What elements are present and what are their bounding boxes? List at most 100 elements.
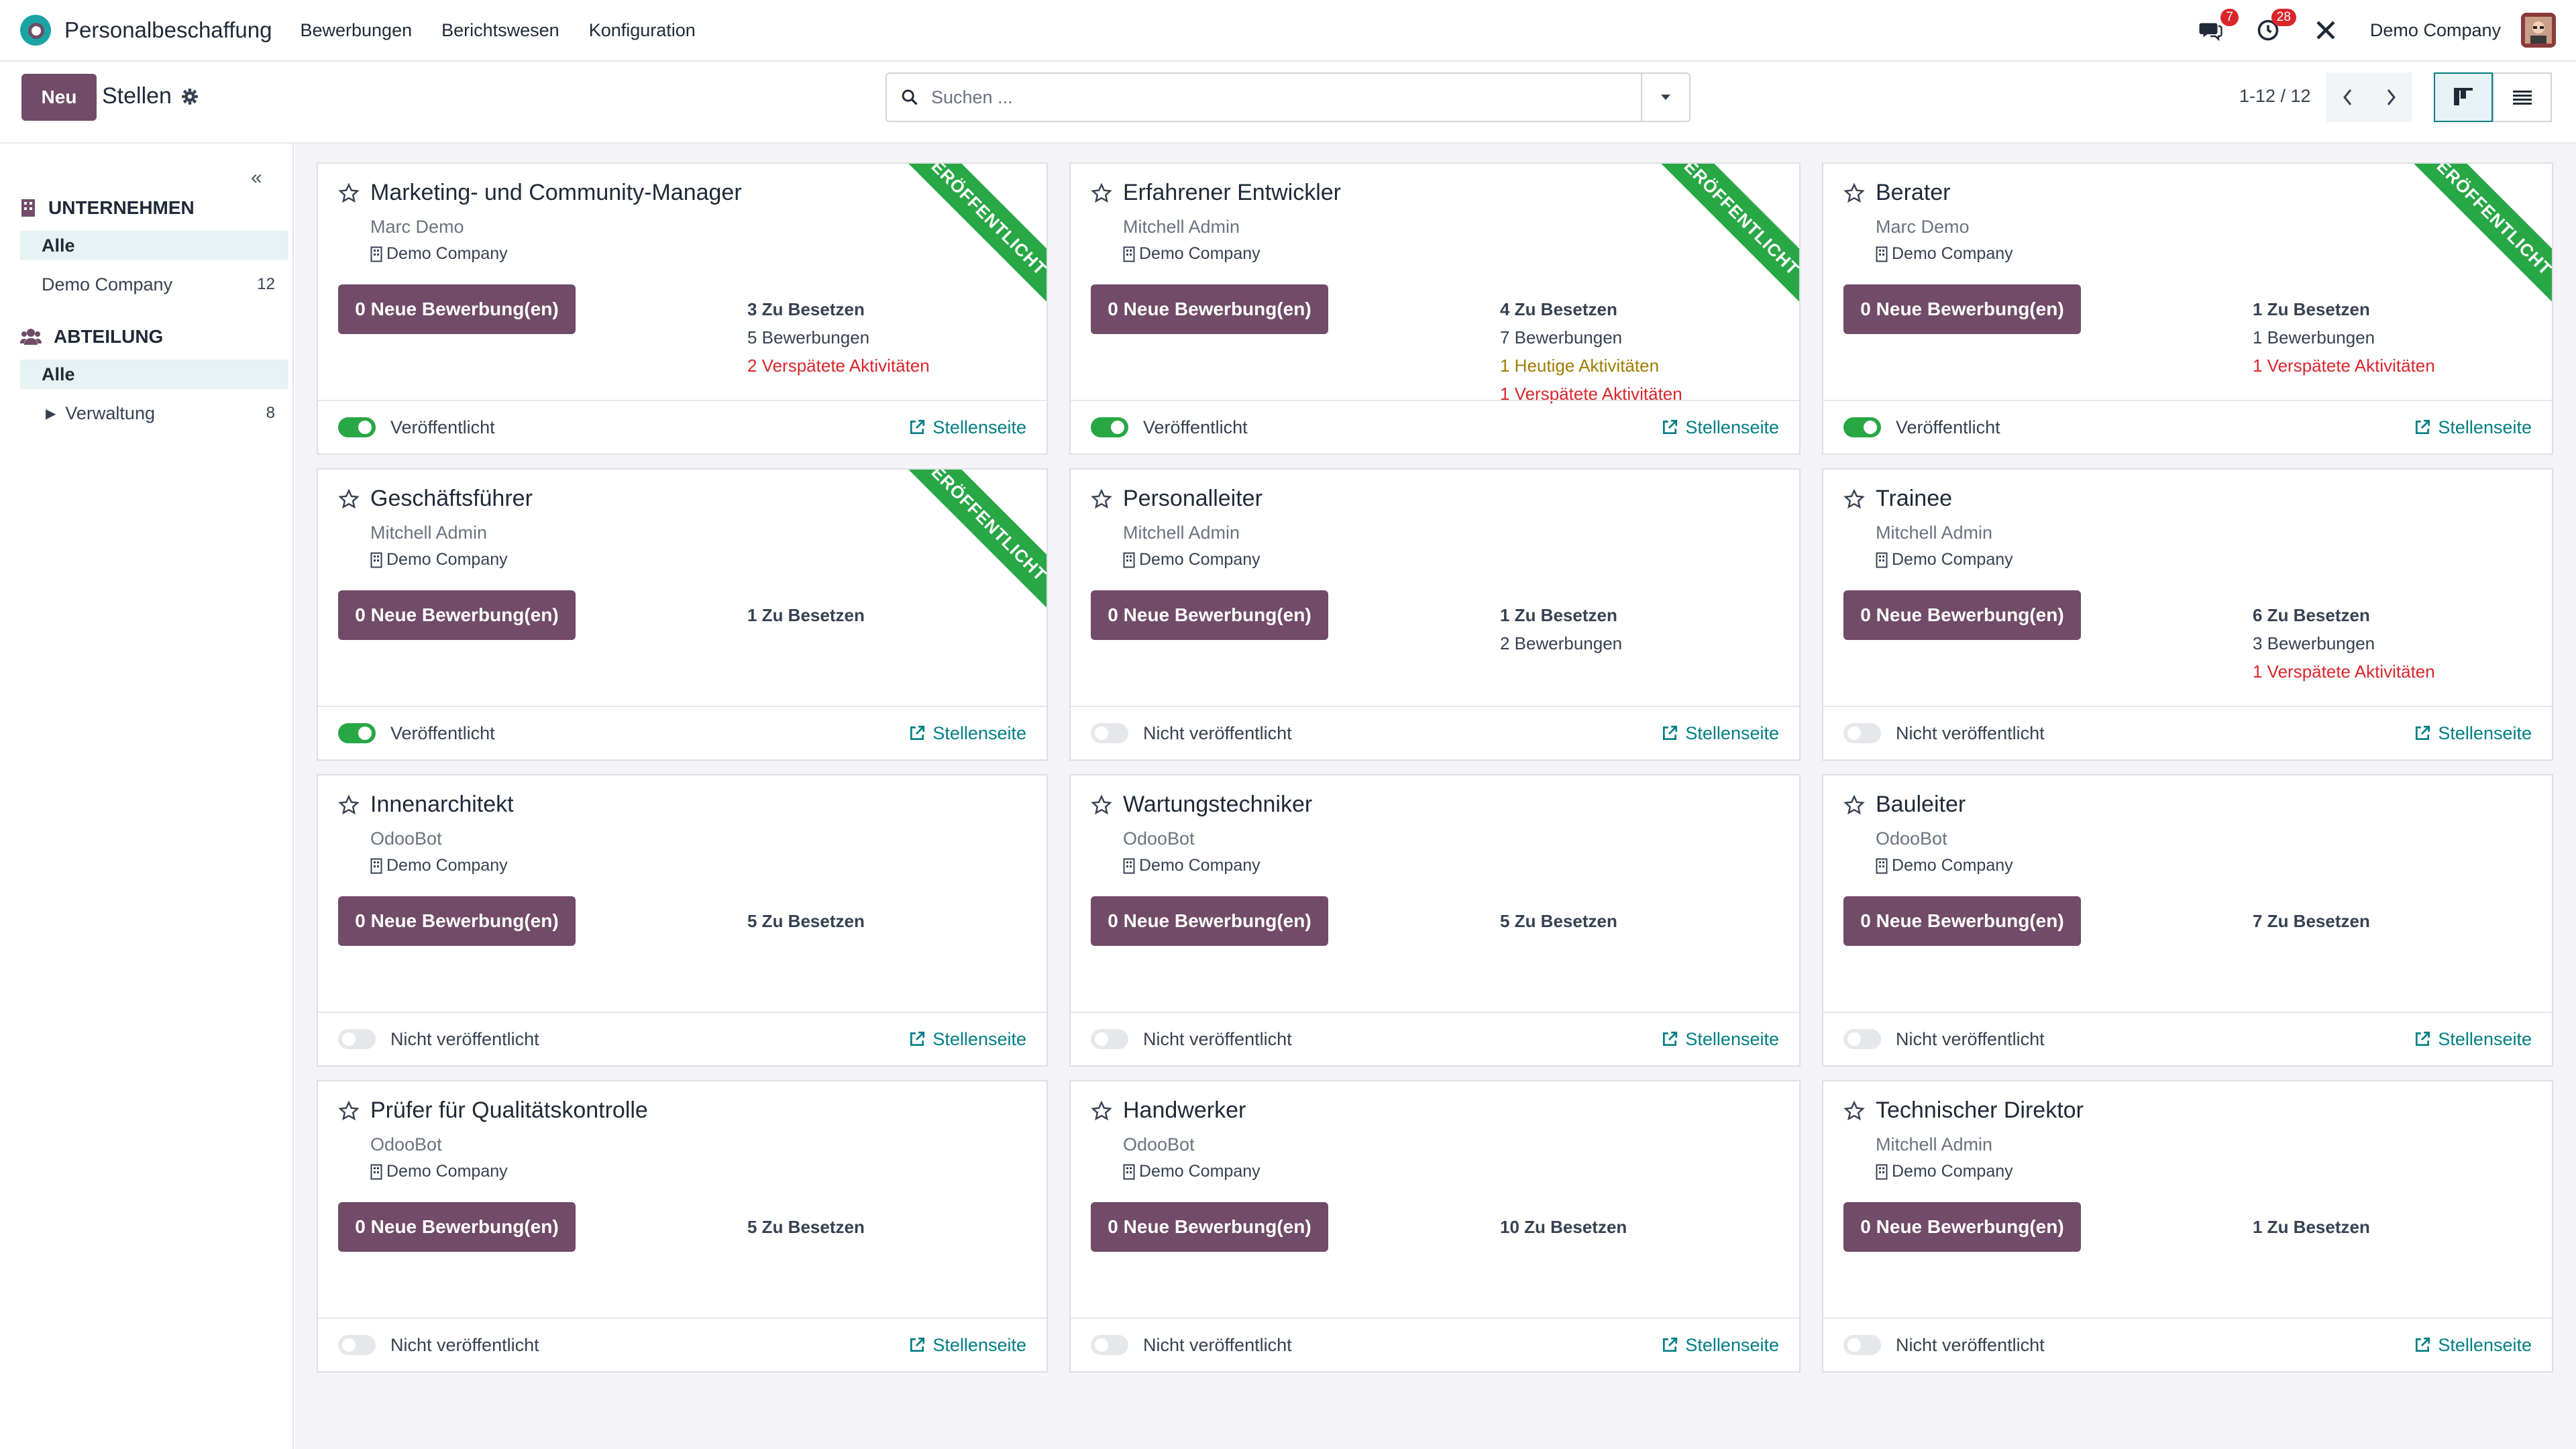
job-card[interactable]: VERÖFFENTLICHT Geschäftsführer Mitchell … [317,468,1048,761]
job-title[interactable]: Marketing- und Community-Manager [370,180,742,206]
debug-tools-button[interactable] [2312,17,2339,44]
publish-toggle[interactable] [338,1335,376,1355]
job-card[interactable]: Innenarchitekt OdooBot Demo Company 0 Ne… [317,774,1048,1067]
new-applications-button[interactable]: 0 Neue Bewerbung(en) [1091,284,1328,334]
to-recruit-link[interactable]: 5 Zu Besetzen [747,1213,865,1241]
star-icon[interactable] [338,182,360,204]
pager-value[interactable]: 1-12 / 12 [2239,86,2311,107]
facet-verwaltung[interactable]: ▶ Verwaltung 8 [20,398,288,428]
star-icon[interactable] [1843,794,1865,816]
star-icon[interactable] [1091,794,1112,816]
job-card[interactable]: Handwerker OdooBot Demo Company 0 Neue B… [1069,1080,1801,1373]
recruitment-app-icon[interactable] [20,15,51,46]
applications-count-link[interactable]: 5 Bewerbungen [747,323,930,352]
job-card[interactable]: Technischer Direktor Mitchell Admin Demo… [1822,1080,2553,1373]
activities-link[interactable]: 1 Verspätete Aktivitäten [2253,352,2435,380]
publish-toggle[interactable] [1843,417,1881,437]
menu-bewerbungen[interactable]: Bewerbungen [300,20,412,41]
caret-right-icon[interactable]: ▶ [46,405,56,422]
activities-link[interactable]: 1 Verspätete Aktivitäten [2253,657,2435,686]
new-applications-button[interactable]: 0 Neue Bewerbung(en) [338,284,576,334]
publish-toggle[interactable] [1091,1029,1128,1049]
to-recruit-link[interactable]: 6 Zu Besetzen [2253,601,2435,629]
job-card[interactable]: Prüfer für Qualitätskontrolle OdooBot De… [317,1080,1048,1373]
publish-toggle[interactable] [1091,723,1128,743]
to-recruit-link[interactable]: 1 Zu Besetzen [2253,1213,2370,1241]
star-icon[interactable] [1091,488,1112,510]
star-icon[interactable] [338,488,360,510]
job-card[interactable]: Personalleiter Mitchell Admin Demo Compa… [1069,468,1801,761]
job-card[interactable]: Wartungstechniker OdooBot Demo Company 0… [1069,774,1801,1067]
new-applications-button[interactable]: 0 Neue Bewerbung(en) [1843,590,2081,640]
job-page-link[interactable]: Stellenseite [2414,1029,2532,1050]
job-page-link[interactable]: Stellenseite [908,723,1026,744]
job-page-link[interactable]: Stellenseite [908,417,1026,438]
facet-demo-company[interactable]: Demo Company 12 [20,270,288,299]
publish-toggle[interactable] [1843,1029,1881,1049]
job-title[interactable]: Trainee [1876,486,1952,512]
star-icon[interactable] [1843,488,1865,510]
new-applications-button[interactable]: 0 Neue Bewerbung(en) [1091,896,1328,946]
new-applications-button[interactable]: 0 Neue Bewerbung(en) [1843,896,2081,946]
user-avatar[interactable] [2521,13,2556,48]
new-applications-button[interactable]: 0 Neue Bewerbung(en) [1091,590,1328,640]
job-page-link[interactable]: Stellenseite [908,1029,1026,1050]
facet-department-all[interactable]: Alle [20,360,288,389]
to-recruit-link[interactable]: 10 Zu Besetzen [1500,1213,1627,1241]
job-title[interactable]: Prüfer für Qualitätskontrolle [370,1097,648,1124]
job-title[interactable]: Wartungstechniker [1123,792,1312,818]
job-page-link[interactable]: Stellenseite [2414,417,2532,438]
list-view-button[interactable] [2493,72,2552,122]
publish-toggle[interactable] [338,723,376,743]
publish-toggle[interactable] [338,1029,376,1049]
job-title[interactable]: Handwerker [1123,1097,1246,1124]
job-page-link[interactable]: Stellenseite [1661,417,1779,438]
company-switcher[interactable]: Demo Company [2370,20,2501,41]
star-icon[interactable] [338,1099,360,1122]
gear-icon[interactable] [181,88,199,105]
job-page-link[interactable]: Stellenseite [908,1335,1026,1356]
job-title[interactable]: Personalleiter [1123,486,1263,512]
search-input[interactable] [931,87,1641,108]
job-page-link[interactable]: Stellenseite [1661,1335,1779,1356]
new-applications-button[interactable]: 0 Neue Bewerbung(en) [338,590,576,640]
job-card[interactable]: Bauleiter OdooBot Demo Company 0 Neue Be… [1822,774,2553,1067]
facet-company-all[interactable]: Alle [20,231,288,260]
job-title[interactable]: Technischer Direktor [1876,1097,2084,1124]
menu-berichtswesen[interactable]: Berichtswesen [441,20,559,41]
job-page-link[interactable]: Stellenseite [2414,1335,2532,1356]
job-card[interactable]: VERÖFFENTLICHT Berater Marc Demo Demo Co… [1822,162,2553,455]
collapse-sidebar-icon[interactable]: « [251,166,262,189]
activities-button[interactable]: 28 [2255,9,2296,44]
publish-toggle[interactable] [1843,723,1881,743]
new-applications-button[interactable]: 0 Neue Bewerbung(en) [338,1202,576,1252]
applications-count-link[interactable]: 1 Bewerbungen [2253,323,2435,352]
job-title[interactable]: Erfahrener Entwickler [1123,180,1341,206]
star-icon[interactable] [1091,182,1112,204]
to-recruit-link[interactable]: 7 Zu Besetzen [2253,907,2370,935]
activities-link[interactable]: 2 Verspätete Aktivitäten [747,352,930,380]
star-icon[interactable] [338,794,360,816]
star-icon[interactable] [1843,182,1865,204]
to-recruit-link[interactable]: 5 Zu Besetzen [747,907,865,935]
job-title[interactable]: Bauleiter [1876,792,1966,818]
to-recruit-link[interactable]: 1 Zu Besetzen [2253,295,2435,323]
publish-toggle[interactable] [338,417,376,437]
to-recruit-link[interactable]: 3 Zu Besetzen [747,295,930,323]
to-recruit-link[interactable]: 5 Zu Besetzen [1500,907,1617,935]
publish-toggle[interactable] [1091,1335,1128,1355]
publish-toggle[interactable] [1843,1335,1881,1355]
job-page-link[interactable]: Stellenseite [1661,723,1779,744]
job-card[interactable]: VERÖFFENTLICHT Erfahrener Entwickler Mit… [1069,162,1801,455]
publish-toggle[interactable] [1091,417,1128,437]
new-applications-button[interactable]: 0 Neue Bewerbung(en) [1843,284,2081,334]
pager-next-button[interactable] [2369,72,2412,122]
job-page-link[interactable]: Stellenseite [2414,723,2532,744]
new-applications-button[interactable]: 0 Neue Bewerbung(en) [1843,1202,2081,1252]
job-card[interactable]: VERÖFFENTLICHT Marketing- und Community-… [317,162,1048,455]
app-title[interactable]: Personalbeschaffung [64,17,272,43]
job-title[interactable]: Berater [1876,180,1951,206]
new-button[interactable]: Neu [21,74,97,121]
applications-count-link[interactable]: 7 Bewerbungen [1500,323,1682,352]
star-icon[interactable] [1843,1099,1865,1122]
